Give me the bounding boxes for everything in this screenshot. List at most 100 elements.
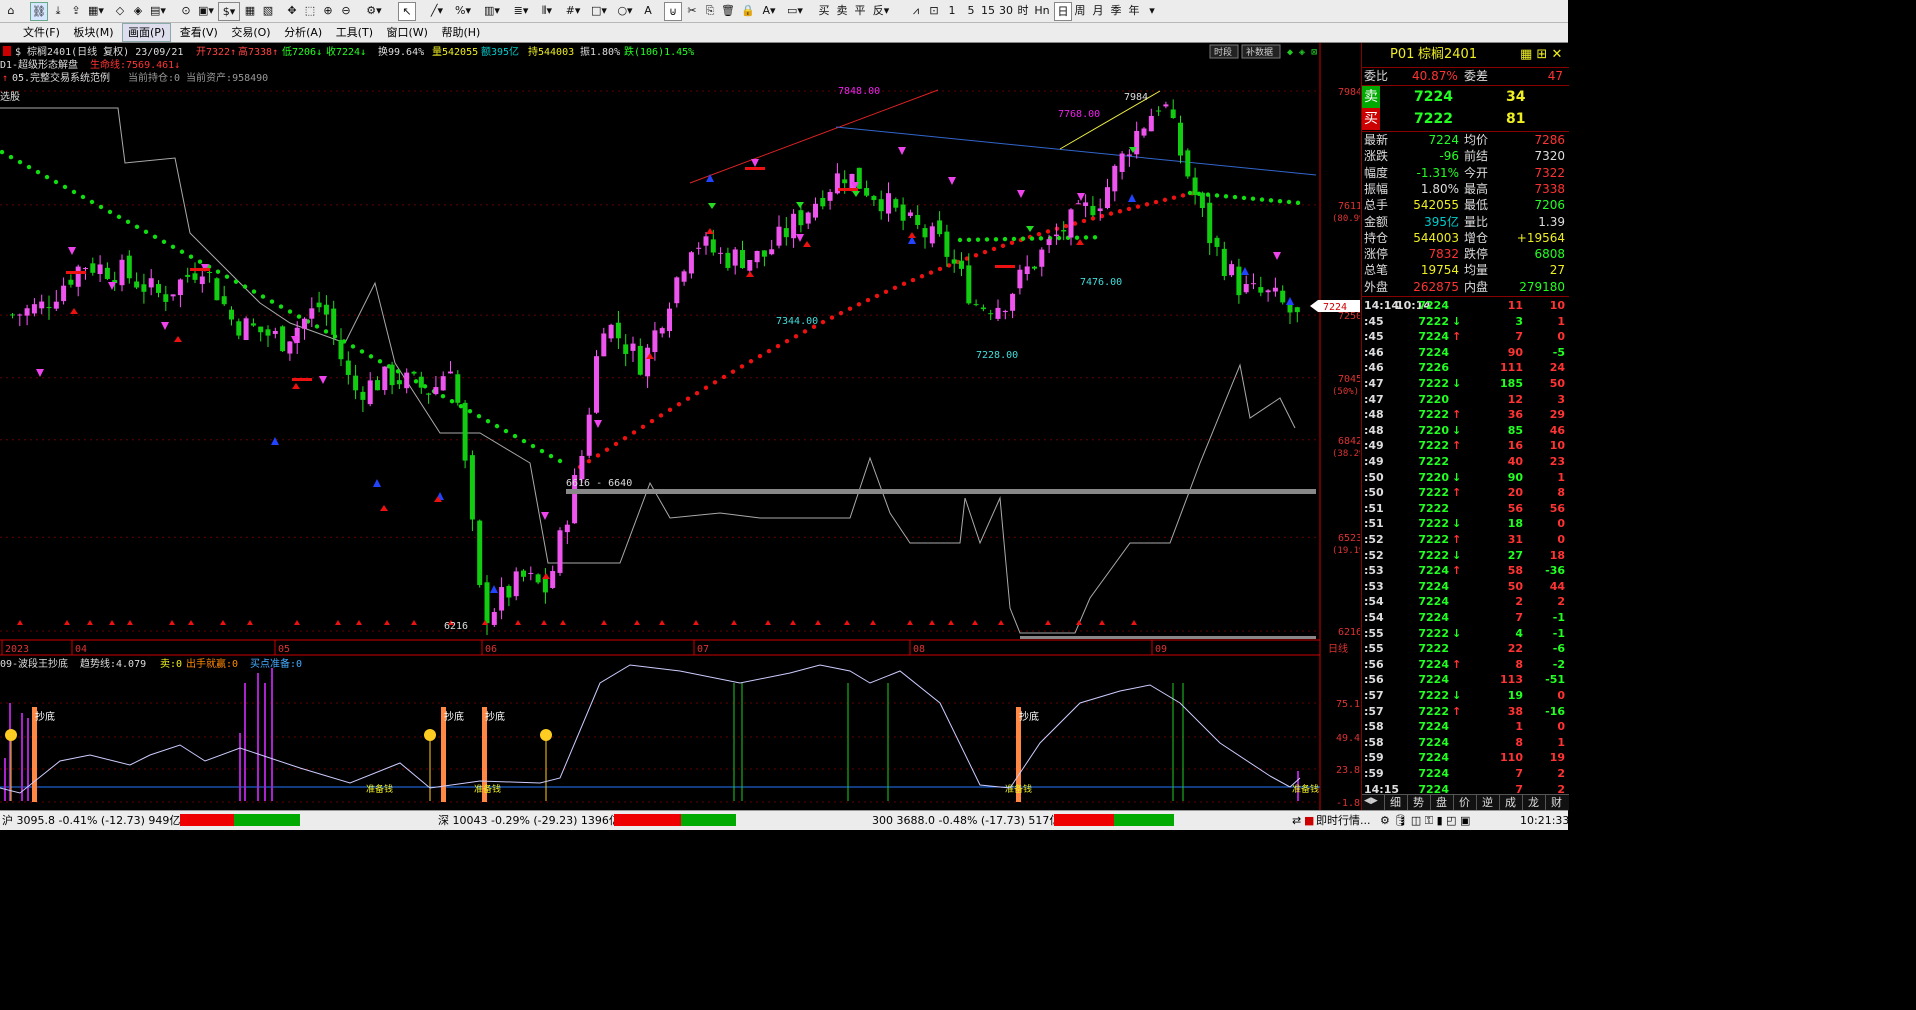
trade-sell-icon[interactable]: 卖 [834,2,850,19]
scroll-icon[interactable]: ⇄ [1292,814,1301,828]
menu-file[interactable]: 文件(F) [18,23,65,42]
chart-controls-icon[interactable]: ◆ ◈ ⊠ [1287,47,1317,58]
magnet-icon[interactable]: ⊍ [664,2,682,21]
gann-tool-icon[interactable]: #▾ [562,2,584,19]
news-icon[interactable]: ■ [1304,814,1314,828]
text-tool-icon[interactable]: A [640,2,656,19]
line-tool-icon[interactable]: ╱▾ [426,2,448,19]
grid-icon[interactable]: ▦▾ [86,2,106,19]
panel-tab[interactable]: 财 [1545,795,1567,810]
chart-symbol: $ 棕榈2401(日线 复权) 23/09/21 [15,45,183,58]
cursor-icon[interactable]: ↖ [398,2,416,21]
indicator1-value: 生命线:7569.461↓ [90,58,180,71]
settings-icon[interactable]: ⚙▾ [362,2,386,19]
select-icon[interactable]: ⬚ [302,2,318,19]
calc-icon[interactable]: ▦ [242,2,258,19]
price-tick-label: 6216 [1338,627,1360,638]
menu-help[interactable]: 帮助(H) [436,23,485,42]
period-5[interactable]: 5 [965,2,977,19]
delete-icon[interactable]: 🗑 [720,2,736,19]
style-icon[interactable]: ▭▾ [784,2,806,19]
tick-price: 7222 [1418,548,1449,562]
home-icon[interactable]: ⌂ [3,2,19,19]
sh-index[interactable]: 沪 3095.8 -0.41% (-12.73) 949亿 [2,814,180,828]
i300-index[interactable]: 300 3688.0 -0.48% (-17.73) 517亿 [872,814,1060,828]
time-segment-button[interactable]: 时段 [1209,44,1239,59]
trade-flat-icon[interactable]: 平 [852,2,868,19]
sar-dot-green [197,259,203,264]
period-1[interactable]: 1 [946,2,958,19]
cut-icon[interactable]: ✂ [684,2,700,19]
sz-index[interactable]: 深 10043 -0.29% (-29.23) 1396亿 [438,814,620,828]
period-month[interactable]: 月 [1090,2,1106,19]
fib-tool-icon[interactable]: ≣▾ [510,2,532,19]
menu-tools[interactable]: 工具(T) [331,23,378,42]
kline-chart[interactable]: $ 棕榈2401(日线 复权) 23/09/21 开7322↑ 高7338↑ 低… [0,43,1370,810]
date-tick-label: 08 [913,644,925,655]
period-30[interactable]: 30 [998,2,1014,19]
menu-view-page[interactable]: 画面(P) [122,23,172,42]
tick-volume: 50 [1507,579,1523,593]
channel-tool-icon[interactable]: ▥▾ [480,2,504,19]
quote-icons[interactable]: ▦ ⊞ ✕ [1520,45,1562,65]
kline-icon[interactable]: ⊡ [926,2,942,19]
candle [53,301,59,309]
stat-label: 均价 [1464,133,1489,147]
trade-reverse-icon[interactable]: 反▾ [870,2,892,19]
candle [258,326,264,333]
clock: 10:21:33 [1520,814,1570,827]
period-hour[interactable]: 时 [1016,2,1030,19]
table-icon[interactable]: ▤▾ [148,2,168,19]
tab-scroll-icon[interactable]: ◀▶ [1364,796,1378,806]
more-periods-icon[interactable]: ▾ [1146,2,1158,19]
zoom-in-icon[interactable]: ⊕ [320,2,336,19]
period-15[interactable]: 15 [980,2,996,19]
lock-icon[interactable]: 🔒 [740,2,756,19]
news-ticker[interactable]: 即时行情... [1316,814,1371,828]
menu-view[interactable]: 查看(V) [175,23,223,42]
period-week[interactable]: 周 [1072,2,1088,19]
download-icon[interactable]: ⤓ [50,2,66,19]
tray-icons[interactable]: ⚙ 🛢 ◫ ⚿ ▮ ◰ ▣ [1380,814,1470,828]
sar-dot-red [775,343,781,349]
chart-icon[interactable]: ▧ [260,2,276,19]
panel-tab[interactable]: 势 [1407,795,1429,810]
move-icon[interactable]: ✥ [284,2,300,19]
play-icon[interactable]: ⊙ [178,2,194,19]
menu-window[interactable]: 窗口(W) [382,23,433,42]
period-year[interactable]: 年 [1126,2,1142,19]
period-hn[interactable]: Hn [1034,2,1050,19]
parallel-tool-icon[interactable]: ⫴▾ [536,2,558,19]
panel-tab[interactable]: 龙 [1522,795,1544,810]
line-chart-icon[interactable]: ⩘ [908,2,924,19]
dollar-icon[interactable]: $▾ [218,2,240,21]
color-icon[interactable]: A▾ [758,2,780,19]
sar-dot-red [910,277,916,283]
export-icon[interactable]: ⇪ [68,2,84,19]
panel-tab[interactable]: 逆 [1476,795,1498,810]
menu-analysis[interactable]: 分析(A) [279,23,327,42]
copy-icon[interactable]: ⎘ [702,2,718,19]
link-icon[interactable]: ⛓ [30,2,48,21]
kline-chart-area[interactable]: $ 棕榈2401(日线 复权) 23/09/21 开7322↑ 高7338↑ 低… [0,43,1370,810]
diamond-icon[interactable]: ◇ [112,2,128,19]
percent-tool-icon[interactable]: %▾ [452,2,474,19]
circle-tool-icon[interactable]: ○▾ [614,2,636,19]
period-day[interactable]: 日 [1054,2,1072,21]
panel-tab[interactable]: 价 [1453,795,1475,810]
panel-tab[interactable]: 盘 [1430,795,1452,810]
menu-sector[interactable]: 板块(M) [68,23,118,42]
doc-icon[interactable]: ▣▾ [196,2,216,19]
menu-trade[interactable]: 交易(O) [226,23,275,42]
period-quarter[interactable]: 季 [1108,2,1124,19]
stat-value: -96 [1439,149,1459,164]
rect-tool-icon[interactable]: □▾ [588,2,610,19]
fill-data-button[interactable]: 补数据 [1241,44,1281,59]
fav-icon[interactable]: ◈ [130,2,146,19]
panel-tab[interactable]: 成 [1499,795,1521,810]
trade-icon[interactable]: 买 [816,2,832,19]
sar-dot-red [1045,229,1051,234]
zoom-out-icon[interactable]: ⊖ [338,2,354,19]
sar-dot-green [467,408,473,414]
panel-tab[interactable]: 细 [1384,795,1406,810]
